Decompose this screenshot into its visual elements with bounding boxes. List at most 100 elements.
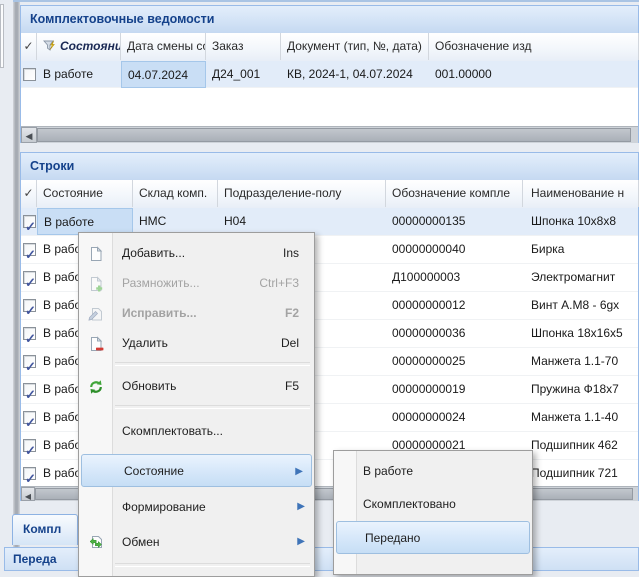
column-header-order[interactable]: Заказ [206,33,281,60]
menu-separator [115,563,310,567]
check-icon: ✓ [24,409,37,431]
menu-item-sostoyanie[interactable]: Состояние ▶ [81,454,312,487]
cell-check: ✓ [21,348,37,375]
row-checkbox[interactable]: ✓ [23,327,36,340]
check-icon: ✓ [24,241,37,263]
vedomost-row[interactable]: В работе 04.07.2024 Д24_001 КВ, 2024-1, … [21,61,638,88]
column-header-warehouse[interactable]: Склад комп. [133,180,218,207]
menu-item-add[interactable]: Добавить... Ins [80,238,313,269]
column-header-check[interactable]: ✓ [21,33,37,60]
submenu-item-label: Передано [365,522,420,553]
menu-item-obmen[interactable]: Обмен ▶ [80,525,313,559]
submenu-arrow-icon: ▶ [295,455,303,486]
cell-designation: 00000000040 [386,236,523,263]
collapsed-panel-edge[interactable] [0,4,4,68]
check-icon: ✓ [24,325,37,347]
check-icon: ✓ [24,381,37,403]
cell-name: Подшипник 721 [523,460,638,487]
menu-item-refresh[interactable]: Обновить F5 [80,371,313,402]
new-document-icon [88,246,104,262]
vertical-splitter[interactable] [13,2,20,571]
submenu-item-label: Скомплектовано [363,488,456,521]
refresh-icon [88,379,104,395]
column-header-doc[interactable]: Документ (тип, №, дата) [281,33,429,60]
column-header-date[interactable]: Дата смены сос [121,33,206,60]
vedomosti-hscrollbar[interactable]: ◀ [21,126,638,143]
column-header-designation[interactable]: Обозначение компле [386,180,523,207]
window-top-border [13,0,639,2]
menu-item-formirovanie[interactable]: Формирование ▶ [80,491,313,523]
cell-department: Н04 [218,208,386,235]
column-header-designation[interactable]: Обозначение изд [429,33,639,60]
cell-designation: 00000000024 [386,404,523,431]
cell-designation: Д100000003 [386,264,523,291]
scroll-thumb[interactable] [37,128,631,142]
row-checkbox[interactable]: ✓ [23,243,36,256]
column-header-department[interactable]: Подразделение-полу [218,180,386,207]
column-header-check[interactable]: ✓ [21,180,37,207]
menu-item-shortcut: F5 [285,371,299,402]
menu-item-label: Обмен [122,525,160,559]
cell-name: Подшипник 462 [523,432,638,459]
cell-name: Электромагнит [523,264,638,291]
cell-status: В работе [37,208,133,235]
cell-name: Пружина Ф18х7 [523,376,638,403]
delete-document-icon [88,336,104,352]
column-header-status[interactable]: Состояние [37,180,133,207]
row-checkbox[interactable]: ✓ [23,383,36,396]
edit-document-icon [88,306,104,322]
menu-item-label: Исправить... [122,298,197,329]
check-icon: ✓ [24,213,37,235]
submenu-item-peredano[interactable]: Передано [336,521,530,554]
cell-designation: 00000000019 [386,376,523,403]
scroll-left-button[interactable]: ◀ [21,127,37,143]
column-header-name[interactable]: Наименование н [523,180,639,207]
filter-lightning-icon [43,36,57,60]
panel-vedomosti-title: Комплектовочные ведомости [21,6,638,34]
check-icon: ✓ [24,297,37,319]
row-checkbox[interactable]: ✓ [23,467,36,480]
cell-check: ✓ [21,264,37,291]
cell-order: Д24_001 [206,61,281,88]
submenu-item-skomplektovano[interactable]: Скомплектовано [335,488,531,521]
row-checkbox[interactable]: ✓ [23,271,36,284]
menu-item-label: Скомплектовать... [122,414,223,448]
cell-designation: 00000000135 [386,208,523,235]
row-checkbox[interactable] [23,68,36,81]
cell-date-focused: 04.07.2024 [121,61,206,88]
menu-item-edit[interactable]: Исправить... F2 [80,298,313,329]
tab-komplekt[interactable]: Компл [12,514,78,545]
row-checkbox[interactable]: ✓ [23,439,36,452]
cell-designation: 00000000012 [386,292,523,319]
column-header-status[interactable]: Состояни [37,33,121,60]
check-icon: ✓ [24,269,37,291]
cell-doc: КВ, 2024-1, 04.07.2024 [281,61,429,88]
cell-check: ✓ [21,404,37,431]
row-checkbox[interactable]: ✓ [23,299,36,312]
row-checkbox[interactable]: ✓ [23,411,36,424]
submenu-arrow-icon: ▶ [297,491,305,523]
vedomosti-header-row: ✓ Состояни Дата смены сос Заказ Документ… [21,33,638,62]
cell-check [21,61,37,88]
menu-item-label: Обновить [122,371,176,402]
row-checkbox[interactable]: ✓ [23,215,36,228]
cell-check: ✓ [21,208,37,235]
duplicate-document-icon [88,276,104,292]
cell-name: Винт А.М8 - 6gx [523,292,638,319]
menu-item-label: Добавить... [122,238,185,269]
cell-check: ✓ [21,292,37,319]
menu-item-skomplektovat[interactable]: Скомплектовать... [80,414,313,448]
scroll-left-icon: ◀ [26,131,33,141]
check-icon: ✓ [24,465,37,487]
menu-item-duplicate[interactable]: Размножить... Ctrl+F3 [80,268,313,299]
row-checkbox[interactable]: ✓ [23,355,36,368]
menu-item-delete[interactable]: Удалить Del [80,328,313,359]
scroll-left-button[interactable]: ◀ [21,487,35,501]
exchange-icon [88,534,104,550]
menu-item-shortcut: Ins [283,238,299,269]
menu-separator [115,362,310,366]
cell-designation: 001.00000 [429,61,639,88]
submenu-item-v-rabote[interactable]: В работе [335,455,531,488]
cell-name: Манжета 1.1-70 [523,348,638,375]
cell-designation: 00000000036 [386,320,523,347]
